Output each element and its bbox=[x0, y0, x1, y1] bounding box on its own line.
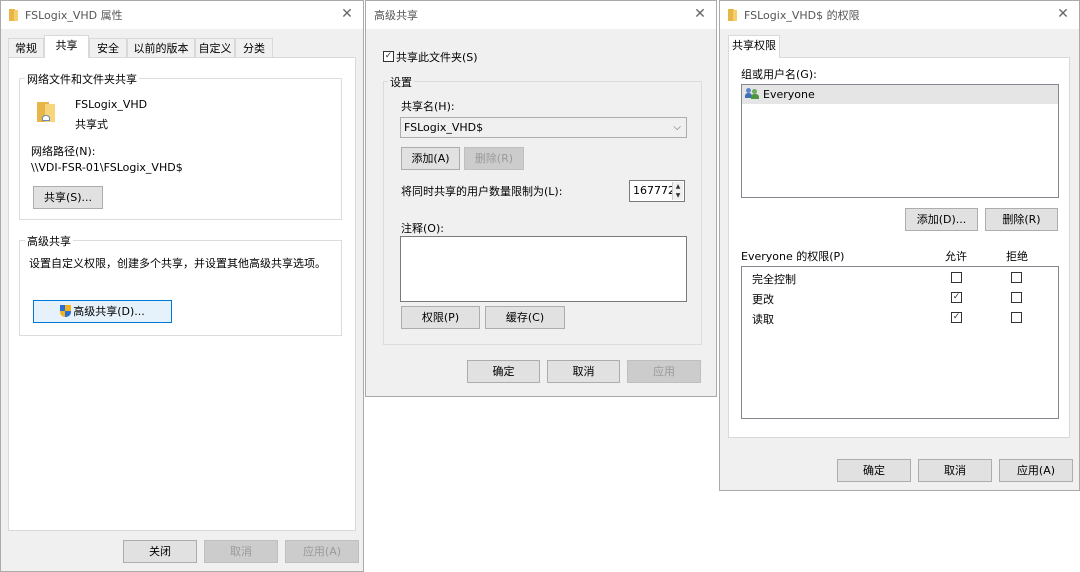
stepper-arrows[interactable]: ▲ ▼ bbox=[672, 182, 683, 200]
close-icon[interactable]: ✕ bbox=[1055, 6, 1071, 22]
deny-checkbox[interactable] bbox=[1011, 272, 1022, 283]
folder-icon bbox=[728, 9, 738, 21]
advanced-sharing-title: 高级共享 bbox=[374, 9, 418, 22]
remove-share-button[interactable]: 删除(R) bbox=[464, 147, 524, 170]
close-button[interactable]: 关闭 bbox=[123, 540, 197, 563]
properties-window: FSLogix_VHD 属性 ✕ 常规 共享 安全 以前的版本 自定义 分类 网… bbox=[0, 0, 364, 572]
comments-label: 注释(O): bbox=[401, 222, 444, 235]
close-icon[interactable]: ✕ bbox=[339, 6, 355, 22]
share-folder-checkbox[interactable]: ✓ bbox=[383, 51, 394, 62]
deny-checkbox[interactable] bbox=[1011, 292, 1022, 303]
users-group-icon bbox=[745, 88, 760, 99]
tab-general[interactable]: 常规 bbox=[8, 38, 44, 58]
advanced-sharing-description: 设置自定义权限，创建多个共享，并设置其他高级共享选项。 bbox=[29, 257, 326, 270]
allow-checkbox[interactable] bbox=[951, 272, 962, 283]
user-name: Everyone bbox=[763, 88, 815, 101]
shared-folder-name: FSLogix_VHD bbox=[75, 98, 148, 111]
permissions-for-label: Everyone 的权限(P) bbox=[741, 250, 845, 263]
tab-share-permissions[interactable]: 共享权限 bbox=[728, 35, 780, 58]
share-folder-checkbox-label: 共享此文件夹(S) bbox=[396, 51, 478, 64]
permission-name: 读取 bbox=[752, 313, 774, 326]
network-path-label: 网络路径(N): bbox=[31, 145, 96, 158]
advanced-sharing-titlebar: 高级共享 ✕ bbox=[366, 1, 716, 29]
allow-column-header: 允许 bbox=[945, 250, 967, 263]
apply-button[interactable]: 应用 bbox=[627, 360, 701, 383]
permissions-title: FSLogix_VHD$ 的权限 bbox=[744, 9, 860, 22]
user-limit-stepper[interactable]: 167772 ▲ ▼ bbox=[629, 180, 685, 202]
sharing-tab-panel: 网络文件和文件夹共享 FSLogix_VHD 共享式 网络路径(N): \\VD… bbox=[8, 57, 356, 531]
tab-customize[interactable]: 自定义 bbox=[195, 38, 235, 58]
deny-checkbox[interactable] bbox=[1011, 312, 1022, 323]
permissions-titlebar: FSLogix_VHD$ 的权限 ✕ bbox=[720, 1, 1079, 29]
group-users-label: 组或用户名(G): bbox=[741, 68, 817, 81]
ok-button[interactable]: 确定 bbox=[467, 360, 540, 383]
tab-sharing[interactable]: 共享 bbox=[44, 35, 89, 58]
allow-checkbox[interactable]: ✓ bbox=[951, 312, 962, 323]
permissions-window: FSLogix_VHD$ 的权限 ✕ 共享权限 组或用户名(G): Everyo… bbox=[719, 0, 1080, 491]
advanced-sharing-group-label: 高级共享 bbox=[25, 233, 73, 249]
share-button[interactable]: 共享(S)... bbox=[33, 186, 103, 209]
uac-shield-icon bbox=[60, 305, 72, 317]
list-item[interactable]: Everyone bbox=[742, 85, 1058, 104]
ok-button[interactable]: 确定 bbox=[837, 459, 911, 482]
properties-title: FSLogix_VHD 属性 bbox=[25, 9, 123, 22]
permissions-listbox: 完全控制 更改 ✓ 读取 ✓ bbox=[741, 266, 1059, 419]
allow-checkbox[interactable]: ✓ bbox=[951, 292, 962, 303]
advanced-sharing-window: 高级共享 ✕ ✓ 共享此文件夹(S) 设置 共享名(H): FSLogix_VH… bbox=[365, 0, 717, 397]
cancel-button[interactable]: 取消 bbox=[204, 540, 278, 563]
tab-previous-versions[interactable]: 以前的版本 bbox=[127, 38, 195, 58]
apply-button[interactable]: 应用(A) bbox=[999, 459, 1073, 482]
settings-group-label: 设置 bbox=[388, 74, 414, 90]
shared-folder-icon bbox=[37, 102, 57, 124]
cancel-button[interactable]: 取消 bbox=[547, 360, 620, 383]
cancel-button[interactable]: 取消 bbox=[918, 459, 992, 482]
permissions-button[interactable]: 权限(P) bbox=[401, 306, 480, 329]
add-user-button[interactable]: 添加(D)... bbox=[905, 208, 978, 231]
add-share-button[interactable]: 添加(A) bbox=[401, 147, 460, 170]
apply-button[interactable]: 应用(A) bbox=[285, 540, 359, 563]
properties-titlebar: FSLogix_VHD 属性 ✕ bbox=[1, 1, 363, 29]
advanced-sharing-button[interactable]: 高级共享(D)... bbox=[33, 300, 172, 323]
user-limit-label: 将同时共享的用户数量限制为(L): bbox=[401, 185, 563, 198]
close-icon[interactable]: ✕ bbox=[692, 6, 708, 22]
chevron-down-icon: ⌵ bbox=[673, 122, 681, 133]
tab-security[interactable]: 安全 bbox=[89, 38, 127, 58]
shared-folder-status: 共享式 bbox=[75, 118, 108, 131]
users-listbox[interactable]: Everyone bbox=[741, 84, 1059, 198]
share-permissions-panel: 组或用户名(G): Everyone 添加(D)... 删除(R) Everyo… bbox=[728, 57, 1070, 438]
caching-button[interactable]: 缓存(C) bbox=[485, 306, 565, 329]
network-sharing-group-label: 网络文件和文件夹共享 bbox=[25, 71, 139, 87]
permission-name: 完全控制 bbox=[752, 273, 796, 286]
share-name-label: 共享名(H): bbox=[401, 100, 455, 113]
share-name-dropdown[interactable]: FSLogix_VHD$ ⌵ bbox=[400, 117, 687, 138]
comments-textarea[interactable] bbox=[400, 236, 687, 302]
network-path-value: \\VDI-FSR-01\FSLogix_VHD$ bbox=[31, 161, 183, 174]
deny-column-header: 拒绝 bbox=[1006, 250, 1028, 263]
folder-icon bbox=[9, 9, 19, 21]
remove-user-button[interactable]: 删除(R) bbox=[985, 208, 1058, 231]
tab-classification[interactable]: 分类 bbox=[235, 38, 273, 58]
permission-name: 更改 bbox=[752, 293, 774, 306]
